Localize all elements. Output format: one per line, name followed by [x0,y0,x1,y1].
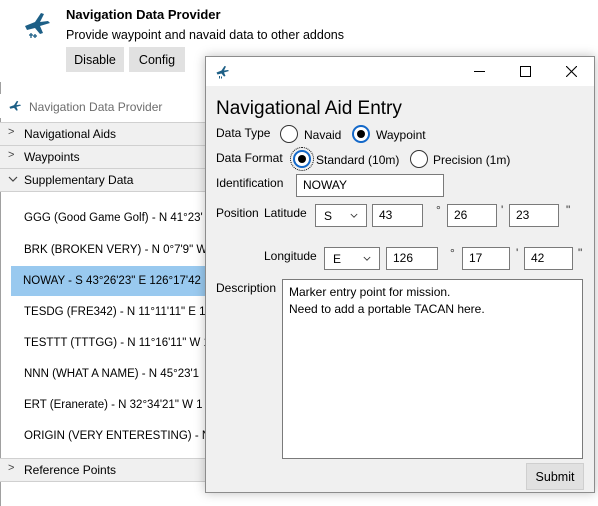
dialog-heading: Navigational Aid Entry [216,98,402,119]
waypoint-radio[interactable] [352,125,370,143]
section-label: Supplementary Data [24,173,134,187]
minute-symbol: ' [501,203,504,217]
degree-symbol: ° [450,246,455,260]
minute-symbol: ' [516,246,519,260]
navaid-radio-label[interactable]: Navaid [304,128,341,142]
minimize-icon [473,71,485,72]
longitude-minutes-input[interactable]: 17 [462,247,510,270]
close-icon [565,66,577,77]
second-symbol: " [578,246,583,260]
section-supplementary-data[interactable]: Supplementary Data [0,168,206,192]
description-label: Description [216,281,277,295]
standard-radio-label[interactable]: Standard (10m) [316,153,399,167]
section-navigational-aids[interactable]: > Navigational Aids [0,122,206,146]
longitude-hemisphere-select[interactable]: E [324,247,380,270]
navaid-entry-dialog: Navigational Aid Entry Data Type Navaid … [205,56,595,493]
list-item[interactable]: BRK (BROKEN VERY) - N 0°7'9" W [24,244,206,256]
airplane-small-icon [9,100,22,111]
addon-description: Provide waypoint and navaid data to othe… [66,28,344,42]
section-label: Waypoints [24,150,80,164]
latitude-degrees-input[interactable]: 43 [372,204,423,227]
chevron-down-icon [8,176,18,182]
standard-radio[interactable] [290,147,314,171]
degree-symbol: ° [436,203,441,217]
latitude-hemisphere-value: S [324,209,333,223]
longitude-hemisphere-value: E [333,252,342,266]
submit-button[interactable]: Submit [526,463,584,490]
provider-window-title: Navigation Data Provider [29,100,163,114]
position-label: Position [216,206,259,220]
dialog-titlebar[interactable] [206,57,594,86]
maximize-button[interactable] [502,57,548,86]
list-item[interactable]: ERT (Eranerate) - N 32°34'21" W 1 [24,399,206,411]
minimize-button[interactable] [456,57,502,86]
addon-title: Navigation Data Provider [66,7,221,22]
latitude-minutes-input[interactable]: 26 [447,204,497,227]
section-waypoints[interactable]: > Waypoints [0,145,206,169]
identification-label: Identification [216,176,284,190]
section-label: Reference Points [24,463,117,477]
description-textarea[interactable]: Marker entry point for mission. Need to … [282,279,583,459]
list-item[interactable]: TESTTT (TTTGG) - N 11°16'11" W 1 [24,337,206,349]
latitude-hemisphere-select[interactable]: S [315,204,367,227]
second-symbol: " [566,203,571,217]
maximize-icon [519,66,531,77]
disable-button[interactable]: Disable [66,47,124,72]
chevron-right-icon: > [8,126,15,138]
longitude-label: Longitude [264,249,317,263]
longitude-degrees-input[interactable]: 126 [386,247,438,270]
data-type-label: Data Type [216,126,271,140]
chevron-right-icon: > [8,462,15,474]
chevron-right-icon: > [8,149,15,161]
identification-input[interactable]: NOWAY [296,174,444,197]
precision-radio[interactable] [410,150,428,168]
config-button[interactable]: Config [129,47,185,72]
close-button[interactable] [548,57,594,86]
list-item-text: NOWAY - S 43°26'23" E 126°17'42 [23,275,201,287]
list-item[interactable]: GGG (Good Game Golf) - N 41°23' [24,212,206,224]
navaid-radio[interactable] [280,125,298,143]
data-format-label: Data Format [216,151,283,165]
precision-radio-label[interactable]: Precision (1m) [433,153,510,167]
section-reference-points[interactable]: > Reference Points [0,458,206,482]
list-item[interactable]: NNN (WHAT A NAME) - N 45°23'1 [24,368,206,380]
airplane-small-icon [216,66,229,79]
latitude-seconds-input[interactable]: 23 [509,204,559,227]
section-label: Navigational Aids [24,127,117,141]
chevron-down-icon [363,256,371,261]
longitude-seconds-input[interactable]: 42 [524,247,573,270]
list-item[interactable]: TESDG (FRE342) - N 11°11'11" E 1 [24,306,206,318]
airplane-logo-icon [25,13,50,38]
waypoint-radio-label[interactable]: Waypoint [376,128,426,142]
list-item[interactable]: ORIGIN (VERY ENTERESTING) - N 0 [24,430,206,442]
chevron-down-icon [350,213,358,218]
list-item-selected[interactable]: NOWAY - S 43°26'23" E 126°17'42 [11,266,206,296]
latitude-label: Latitude [264,206,307,220]
